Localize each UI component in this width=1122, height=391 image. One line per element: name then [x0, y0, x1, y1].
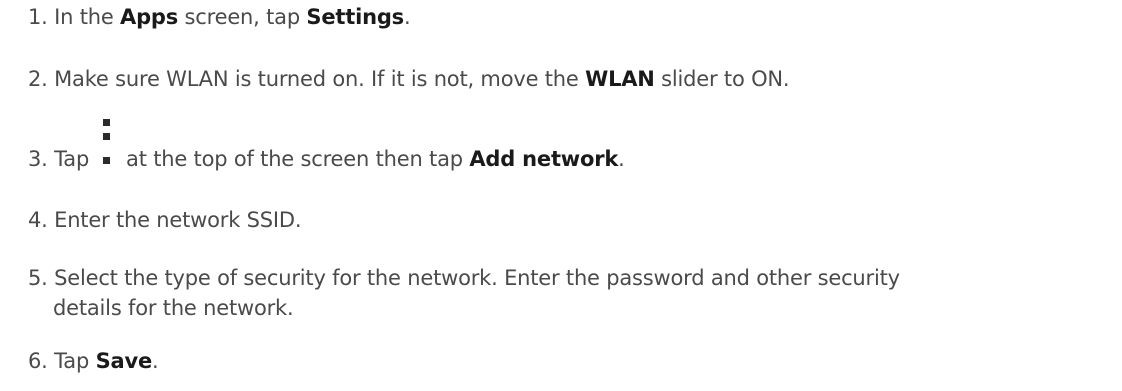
step-text: Enter the network SSID. [54, 208, 302, 232]
step-2: 2. Make sure WLAN is turned on. If it is… [28, 64, 790, 94]
step-text: Select the type of security for the netw… [54, 266, 900, 290]
step-text: Tap [54, 349, 96, 373]
step-text: at the top of the screen then tap [119, 147, 470, 171]
add-network-term: Add network [469, 147, 619, 171]
step-text: In the [54, 5, 121, 29]
apps-term: Apps [120, 5, 179, 29]
settings-term: Settings [306, 5, 404, 29]
save-term: Save [95, 349, 153, 373]
step-number: 5. [28, 266, 48, 290]
step-text-continued: details for the network. [53, 296, 294, 320]
step-text: Make sure WLAN is turned on. If it is no… [54, 67, 586, 91]
wlan-term: WLAN [585, 67, 655, 91]
step-6: 6. Tap Save. [28, 346, 159, 376]
step-number: 2. [28, 67, 48, 91]
step-1: 1. In the Apps screen, tap Settings. [28, 2, 411, 32]
more-vert-icon [100, 119, 114, 174]
step-number: 3. [28, 147, 48, 171]
step-3: 3. Tap at the top of the screen then tap… [28, 119, 625, 174]
instruction-steps: 1. In the Apps screen, tap Settings. 2. … [0, 0, 1122, 391]
step-text: slider to ON. [654, 67, 790, 91]
step-5: 5. Select the type of security for the n… [28, 263, 900, 323]
step-text: . [403, 5, 411, 29]
step-text: . [618, 147, 625, 171]
step-text: . [152, 349, 159, 373]
step-number: 6. [28, 349, 48, 373]
step-text: screen, tap [178, 5, 307, 29]
step-number: 1. [28, 5, 48, 29]
step-text: Tap [54, 147, 96, 171]
step-number: 4. [28, 208, 48, 232]
step-4: 4. Enter the network SSID. [28, 205, 302, 235]
